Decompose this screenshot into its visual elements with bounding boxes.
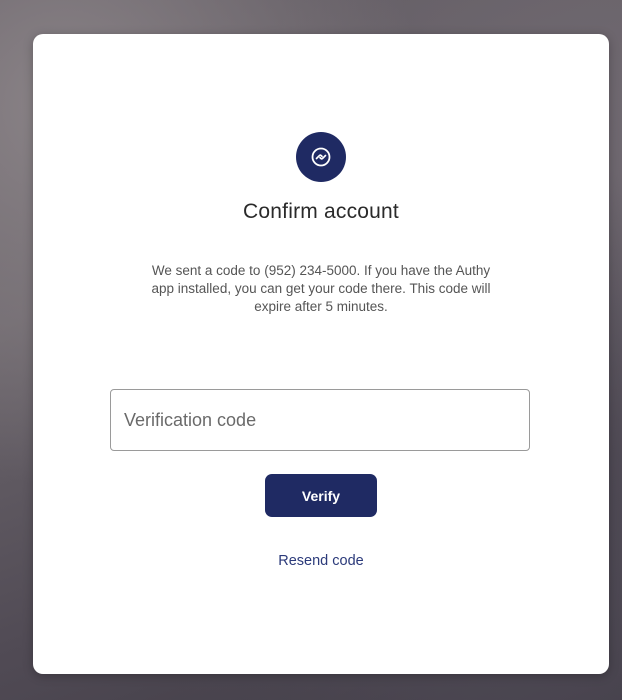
verify-button[interactable]: Verify: [265, 474, 377, 517]
authy-logo-glyph: [311, 147, 331, 167]
confirm-account-dialog: Confirm account We sent a code to (952) …: [33, 34, 609, 674]
dialog-description: We sent a code to (952) 234-5000. If you…: [151, 263, 491, 314]
dialog-title: Confirm account: [243, 200, 399, 223]
resend-code-link[interactable]: Resend code: [33, 553, 609, 569]
authy-logo-icon: [296, 132, 346, 182]
page-backdrop: Confirm account We sent a code to (952) …: [0, 0, 622, 700]
verification-code-input[interactable]: [110, 389, 530, 451]
